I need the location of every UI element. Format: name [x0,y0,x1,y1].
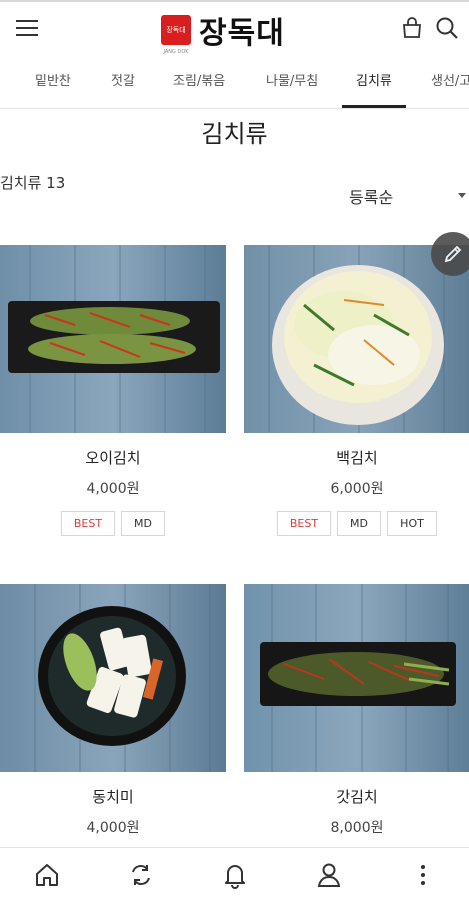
app-header: 장독대 JANG DOK 장독대 [0,2,469,55]
product-card[interactable]: 갓김치 8,000원 [244,584,469,837]
logo-text: 장독대 [199,16,285,51]
tab-fish[interactable]: 생선/고 [431,56,469,108]
best-badge: BEST [61,511,115,536]
badge-group: BEST MD [0,511,226,536]
product-price: 6,000원 [330,481,384,497]
more-vertical-icon[interactable] [408,860,438,890]
shopping-bag-icon[interactable] [400,16,424,40]
product-name[interactable]: 백김치 [244,447,469,468]
product-price: 4,000원 [86,481,140,497]
logo[interactable]: 장독대 JANG DOK 장독대 [161,10,285,55]
hot-badge: HOT [387,511,437,536]
badge-group: BEST MD HOT [244,511,469,536]
user-icon[interactable] [314,860,344,890]
best-badge: BEST [277,511,331,536]
product-card[interactable]: 오이김치 4,000원 BEST MD [0,245,226,536]
tab-braised[interactable]: 조림/볶음 [173,56,225,108]
product-name[interactable]: 갓김치 [244,786,469,807]
product-price: 4,000원 [86,820,140,836]
product-name[interactable]: 동치미 [0,786,226,807]
tab-jeotgal[interactable]: 젓갈 [111,56,135,108]
product-card[interactable]: 동치미 4,000원 [0,584,226,837]
product-image[interactable] [0,584,226,772]
tab-kimchi[interactable]: 김치류 [342,56,406,108]
md-badge: MD [121,511,165,536]
bottom-navigation [0,847,469,901]
chevron-down-icon [458,193,466,198]
logo-subtext: JANG DOK [163,49,189,55]
search-icon[interactable] [434,15,460,41]
menu-icon[interactable] [14,14,42,42]
pencil-icon[interactable] [431,232,469,276]
sort-dropdown[interactable]: 등록순 [349,184,469,210]
product-name[interactable]: 오이김치 [0,447,226,468]
product-image[interactable] [244,245,469,433]
category-tabs: 밑반찬 젓갈 조림/볶음 나물/무침 김치류 생선/고 [0,56,469,109]
bell-icon[interactable] [220,860,250,890]
product-count: 김치류 13 [0,174,66,192]
refresh-icon[interactable] [126,860,156,890]
tab-side-dishes[interactable]: 밑반찬 [35,56,71,108]
product-card[interactable]: 백김치 6,000원 BEST MD HOT [244,245,469,536]
product-image[interactable] [244,584,469,772]
md-badge: MD [337,511,381,536]
sort-label: 등록순 [349,188,394,207]
product-image[interactable] [0,245,226,433]
page-title: 김치류 [201,120,268,148]
tab-namul[interactable]: 나물/무침 [266,56,318,108]
product-price: 8,000원 [330,820,384,836]
logo-badge: 장독대 [161,15,191,45]
home-icon[interactable] [32,860,62,890]
